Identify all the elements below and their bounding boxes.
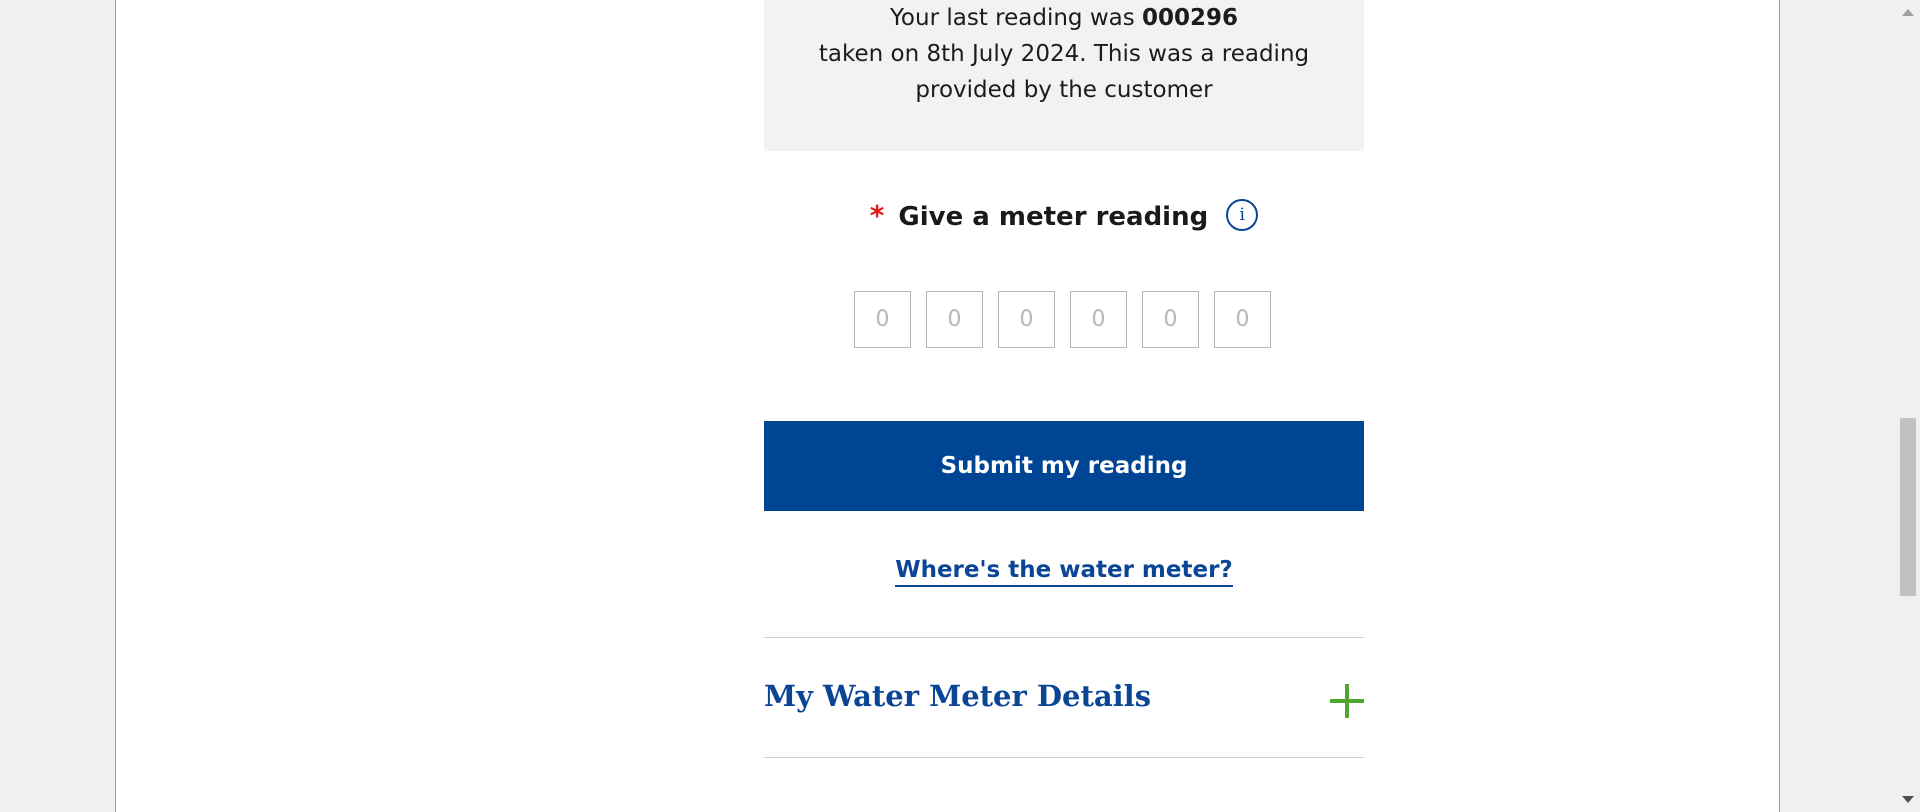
meter-digit-3[interactable] xyxy=(998,291,1055,348)
meter-digit-2[interactable] xyxy=(926,291,983,348)
meter-digit-6[interactable] xyxy=(1214,291,1271,348)
water-meter-details-accordion[interactable]: My Water Meter Details xyxy=(764,638,1364,756)
scrollbar-thumb[interactable] xyxy=(1900,418,1916,596)
info-icon[interactable]: i xyxy=(1226,198,1259,231)
vertical-scrollbar[interactable] xyxy=(1896,0,1920,812)
divider-bottom xyxy=(764,757,1364,758)
meter-digit-1[interactable] xyxy=(854,291,911,348)
meter-reading-label: Give a meter reading xyxy=(898,202,1209,232)
meter-digit-inputs xyxy=(854,291,1274,349)
scroll-down-arrow-icon[interactable] xyxy=(1902,796,1914,803)
last-reading-line-2: taken on 8th July 2024. This was a readi… xyxy=(818,41,1310,67)
last-reading-line-1: Your last reading was 000296 xyxy=(764,0,1364,36)
required-marker: * xyxy=(869,199,885,232)
last-reading-panel: Your last reading was 000296 taken on 8t… xyxy=(764,0,1364,151)
meter-digit-4[interactable] xyxy=(1070,291,1127,348)
plus-icon[interactable] xyxy=(1330,684,1364,718)
submit-reading-button[interactable]: Submit my reading xyxy=(764,421,1364,511)
meter-digit-5[interactable] xyxy=(1142,291,1199,348)
meter-reading-label-row: * Give a meter reading i xyxy=(764,198,1364,234)
water-meter-help-link[interactable]: Where's the water meter? xyxy=(895,557,1233,587)
scroll-up-arrow-icon[interactable] xyxy=(1902,9,1914,16)
accordion-title: My Water Meter Details xyxy=(764,679,1152,713)
water-meter-help-link-row: Where's the water meter? xyxy=(764,553,1364,589)
last-reading-prefix: Your last reading was xyxy=(889,5,1143,31)
last-reading-value: 000296 xyxy=(1142,5,1239,31)
last-reading-line-3: provided by the customer xyxy=(915,77,1213,103)
page-frame: Your last reading was 000296 taken on 8t… xyxy=(115,0,1780,812)
